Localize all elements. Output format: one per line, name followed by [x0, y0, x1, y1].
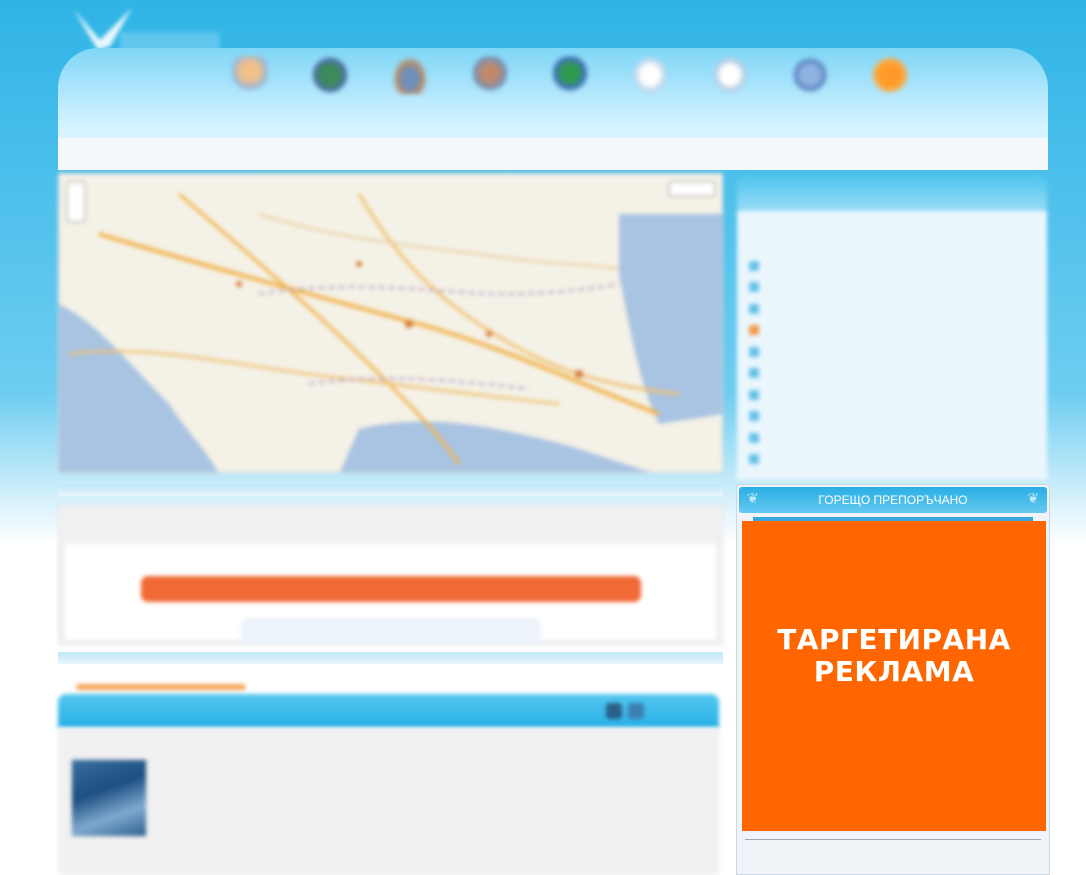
destinations-panel: [737, 175, 1047, 480]
bullet-icon: [749, 454, 759, 465]
hot-title: ГОРЕЩО ПРЕПОРЪЧАНО: [818, 493, 968, 507]
destination-item[interactable]: [749, 363, 1039, 385]
person-icon: [232, 56, 268, 94]
targeted-ad-banner[interactable]: ТАРГЕТИРАНА РЕКЛАМА: [742, 521, 1046, 831]
bullet-icon: [749, 282, 759, 293]
result-field-row: [176, 830, 696, 850]
mail-icon[interactable]: [628, 703, 644, 719]
header-strip: [58, 138, 1048, 170]
ad-line-2: РЕКЛАМА: [813, 655, 975, 688]
contact-icon: [712, 56, 748, 94]
bullet-icon: [749, 432, 759, 443]
result-field-row: [176, 790, 696, 810]
destination-item[interactable]: [749, 427, 1039, 449]
results-bar-tools: [606, 703, 706, 719]
orange-accent-line: [76, 684, 246, 690]
bullet-icon: [749, 303, 759, 314]
search-field[interactable]: [241, 618, 541, 644]
result-field-row: [176, 850, 696, 870]
nav-item-9[interactable]: [850, 56, 930, 118]
bullet-icon: [749, 325, 759, 336]
nav-item-5[interactable]: [530, 56, 610, 118]
nav-item-6[interactable]: [610, 56, 690, 118]
document-icon: [632, 56, 668, 94]
bullet-icon: [749, 260, 759, 271]
nav-item-3[interactable]: [370, 56, 450, 118]
map-view[interactable]: [58, 173, 723, 473]
site-logo[interactable]: [70, 6, 220, 54]
nav-item-4[interactable]: [450, 56, 530, 118]
result-card[interactable]: [58, 728, 719, 875]
search-box: [58, 505, 723, 645]
bullet-icon: [749, 368, 759, 379]
palm-icon: [312, 56, 348, 94]
family-icon: [472, 56, 508, 94]
plane-icon: [392, 56, 428, 94]
hot-header: ❦ ГОРЕЩО ПРЕПОРЪЧАНО ❦: [739, 487, 1047, 513]
globe-icon: [552, 56, 588, 94]
result-fields: [176, 750, 696, 870]
destinations-header: [737, 175, 1047, 211]
destination-item[interactable]: [749, 384, 1039, 406]
bullet-icon: [749, 389, 759, 400]
destinations-list: [749, 255, 1039, 470]
bulgaria-map: [59, 174, 722, 472]
bullet-icon: [749, 346, 759, 357]
print-icon[interactable]: [606, 703, 622, 719]
separator-bar: [58, 484, 723, 496]
nav-item-8[interactable]: [770, 56, 850, 118]
destination-item[interactable]: [749, 298, 1039, 320]
separator-bar: [58, 652, 723, 664]
result-thumbnail[interactable]: [70, 758, 148, 838]
destination-item[interactable]: [749, 341, 1039, 363]
destination-item[interactable]: [749, 255, 1039, 277]
search-button[interactable]: [141, 576, 641, 602]
ad-line-1: ТАРГЕТИРАНА: [777, 623, 1011, 656]
swirl-ornament-icon: ❦: [1027, 491, 1039, 507]
results-header-bar: [58, 694, 719, 728]
orange-star-icon: [872, 56, 908, 94]
result-field-row: [176, 770, 696, 790]
site-header: [0, 0, 1086, 175]
nav-item-7[interactable]: [690, 56, 770, 118]
destination-item[interactable]: [749, 449, 1039, 471]
destination-item[interactable]: [749, 406, 1039, 428]
info-icon: [792, 56, 828, 94]
destination-item[interactable]: [749, 277, 1039, 299]
destination-item-active[interactable]: [749, 320, 1039, 342]
bullet-icon: [749, 411, 759, 422]
nav-item-2[interactable]: [290, 56, 370, 118]
result-field-row: [176, 750, 696, 770]
search-inner: [65, 544, 716, 644]
nav-item-1[interactable]: [210, 56, 290, 118]
divider: [745, 839, 1041, 840]
ad-text: ТАРГЕТИРАНА РЕКЛАМА: [777, 624, 1011, 688]
hot-recommendations-panel: ❦ ГОРЕЩО ПРЕПОРЪЧАНО ❦ ТАРГЕТИРАНА РЕКЛА…: [736, 484, 1050, 875]
result-field-row: [176, 810, 696, 830]
main-nav: [210, 56, 930, 118]
